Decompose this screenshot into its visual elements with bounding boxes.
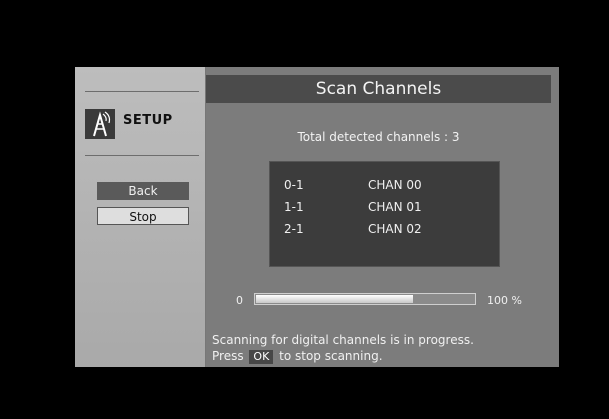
- status-hint-prefix: Press: [212, 349, 244, 363]
- stop-button[interactable]: Stop: [97, 207, 189, 225]
- setup-label: SETUP: [123, 113, 173, 128]
- sidebar-divider-top: [85, 91, 199, 92]
- status-hint: Press OK to stop scanning.: [212, 349, 383, 364]
- channel-list: 0-1 CHAN 00 1-1 CHAN 01 2-1 CHAN 02: [269, 161, 500, 267]
- antenna-tower-icon: [85, 109, 115, 139]
- scan-channels-screen: SETUP Back Stop Scan Channels Total dete…: [75, 67, 559, 367]
- back-button[interactable]: Back: [97, 182, 189, 200]
- main-panel: Scan Channels Total detected channels : …: [206, 67, 559, 367]
- progress-start-label: 0: [236, 294, 243, 307]
- page-title: Scan Channels: [315, 79, 442, 99]
- sidebar-divider-bottom: [85, 155, 199, 156]
- total-detected-text: Total detected channels : 3: [297, 130, 460, 144]
- status-hint-suffix: to stop scanning.: [279, 349, 383, 363]
- status-message: Scanning for digital channels is in prog…: [212, 333, 474, 347]
- progress-fill: [256, 295, 413, 303]
- channel-number: 1-1: [284, 200, 304, 214]
- channel-name: CHAN 00: [368, 178, 422, 192]
- title-bar: Scan Channels: [206, 75, 551, 103]
- progress-end-label: 100 %: [487, 294, 522, 307]
- ok-key-badge: OK: [249, 350, 274, 364]
- channel-number: 0-1: [284, 178, 304, 192]
- sidebar: SETUP Back Stop: [75, 67, 205, 367]
- channel-name: CHAN 01: [368, 200, 422, 214]
- channel-number: 2-1: [284, 222, 304, 236]
- channel-name: CHAN 02: [368, 222, 422, 236]
- progress-bar: [254, 293, 476, 305]
